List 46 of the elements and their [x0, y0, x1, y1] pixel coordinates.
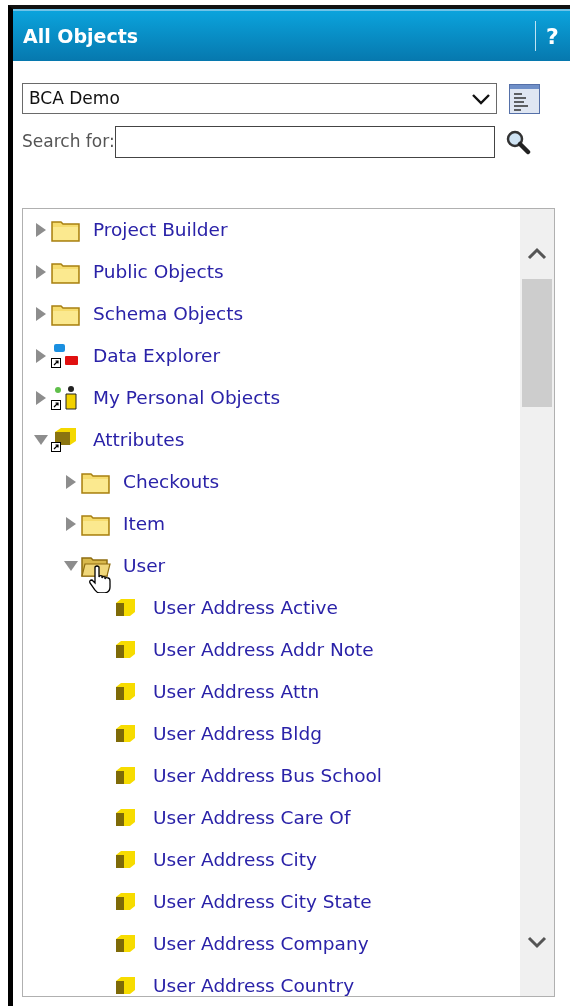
- scroll-down-icon[interactable]: [527, 936, 547, 949]
- folder-icon: [51, 260, 81, 284]
- tree-item[interactable]: Attributes: [93, 426, 185, 454]
- tree-item[interactable]: User Address Bus School: [153, 762, 382, 790]
- tree-item[interactable]: User Address Bldg: [153, 720, 322, 748]
- collapse-arrow-icon[interactable]: [33, 434, 49, 446]
- search-label: Search for:: [22, 130, 115, 154]
- scrollbar[interactable]: [520, 209, 554, 996]
- expand-arrow-icon[interactable]: [35, 348, 47, 364]
- tree-item[interactable]: User: [123, 552, 166, 580]
- expand-arrow-icon[interactable]: [35, 222, 47, 238]
- search-field[interactable]: [114, 126, 495, 158]
- tree-item[interactable]: Public Objects: [93, 258, 224, 286]
- chevron-down-icon: [472, 92, 490, 105]
- scroll-thumb[interactable]: [522, 279, 552, 407]
- expand-arrow-icon[interactable]: [35, 264, 47, 280]
- tree-item[interactable]: Data Explorer: [93, 342, 221, 370]
- panel-title: All Objects: [23, 23, 140, 49]
- tree-item[interactable]: User Address City: [153, 846, 317, 874]
- scroll-up-icon[interactable]: [527, 247, 547, 260]
- expand-arrow-icon[interactable]: [65, 516, 77, 532]
- help-button[interactable]: ?: [546, 19, 570, 53]
- tree-item[interactable]: User Address Active: [153, 594, 338, 622]
- tree-item[interactable]: User Address Company: [153, 930, 369, 958]
- tree-item[interactable]: My Personal Objects: [93, 384, 281, 412]
- list-view-icon[interactable]: [509, 83, 540, 114]
- expand-arrow-icon[interactable]: [35, 390, 47, 406]
- folder-icon: [81, 470, 111, 494]
- collapse-arrow-icon[interactable]: [63, 560, 79, 572]
- project-dropdown[interactable]: BCA Demo: [22, 83, 497, 114]
- tree-item[interactable]: User Address Addr Note: [153, 636, 374, 664]
- tree-item[interactable]: User Address Attn: [153, 678, 320, 706]
- tree-item[interactable]: Item: [123, 510, 166, 538]
- folder-icon: [51, 302, 81, 326]
- data-shortcut-icon: [51, 343, 81, 369]
- folder-icon: [81, 512, 111, 536]
- folder-icon: [51, 218, 81, 242]
- search-icon[interactable]: [504, 129, 531, 155]
- tree-item[interactable]: User Address City State: [153, 888, 372, 916]
- expand-arrow-icon[interactable]: [65, 474, 77, 490]
- tree-item[interactable]: User Address Care Of: [153, 804, 351, 832]
- tree-item[interactable]: Schema Objects: [93, 300, 244, 328]
- tree-item[interactable]: User Address Country: [153, 972, 355, 996]
- tree-item[interactable]: Checkouts: [123, 468, 220, 496]
- expand-arrow-icon[interactable]: [35, 306, 47, 322]
- tree-item[interactable]: Project Builder: [93, 216, 228, 244]
